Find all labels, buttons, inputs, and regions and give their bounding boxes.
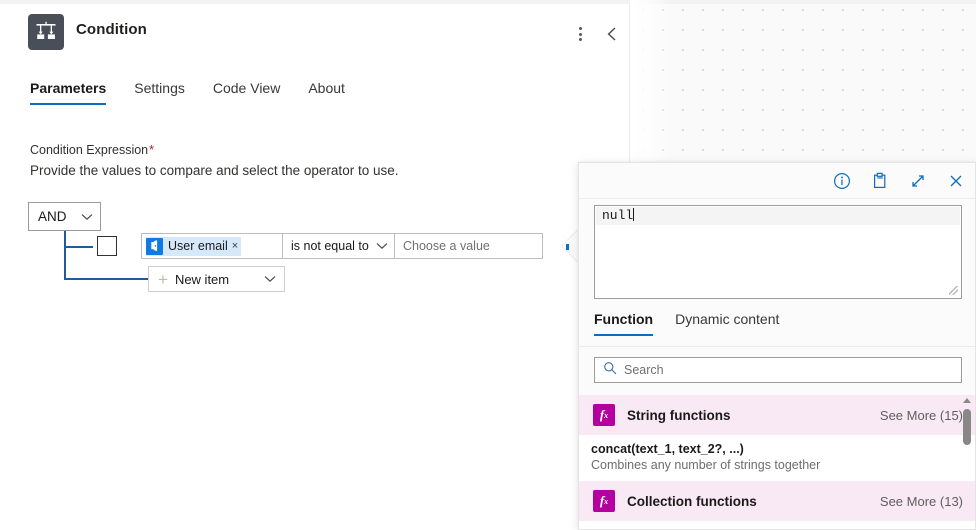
function-group-string[interactable]: fx String functions See More (15)	[579, 395, 976, 435]
function-group-name: String functions	[627, 408, 731, 423]
condition-expression-label: Condition Expression*	[30, 143, 154, 157]
tab-code-view[interactable]: Code View	[213, 80, 280, 105]
value-placeholder: Choose a value	[403, 239, 490, 253]
expression-textarea-wrap: null	[594, 205, 962, 299]
page-title: Condition	[76, 21, 147, 38]
see-more-link[interactable]: See More (13)	[880, 494, 963, 509]
tree-line-newitem	[64, 278, 149, 280]
function-group-name: Collection functions	[627, 494, 757, 509]
value-input[interactable]: Choose a value	[395, 233, 543, 259]
new-item-label: New item	[175, 272, 229, 287]
condition-expression-label-text: Condition Expression	[30, 143, 148, 157]
condition-expression-description: Provide the values to compare and select…	[30, 163, 398, 178]
more-vertical-icon[interactable]	[566, 20, 594, 48]
dynamic-content-token[interactable]: User email ×	[146, 237, 241, 256]
required-asterisk: *	[149, 143, 154, 157]
flyout-anchor-tick	[566, 244, 569, 250]
flyout-tabs-divider	[579, 346, 976, 347]
logic-operator-dropdown[interactable]: AND	[28, 202, 101, 231]
pane-tabs: Parameters Settings Code View About	[30, 80, 345, 105]
text-caret	[633, 208, 634, 221]
expression-value: null	[602, 208, 633, 223]
function-signature: concat(text_1, text_2?, ...)	[591, 442, 963, 456]
search-input[interactable]: Search	[594, 357, 962, 383]
condition-icon	[28, 14, 64, 50]
scroll-up-arrow[interactable]	[963, 398, 971, 403]
search-icon	[603, 361, 617, 380]
app-root: Condition Parameters Settings Code View …	[0, 0, 976, 530]
function-group-collection[interactable]: fx Collection functions See More (13)	[579, 481, 976, 521]
tab-dynamic-content[interactable]: Dynamic content	[675, 311, 779, 336]
chevron-left-icon[interactable]	[598, 20, 626, 48]
pane-header: Condition	[0, 4, 630, 60]
fx-icon: fx	[593, 490, 615, 512]
office365-user-icon	[146, 238, 163, 255]
condition-row-checkbox[interactable]	[97, 236, 117, 256]
operand-input[interactable]: User email ×	[141, 233, 283, 259]
operator-value: is not equal to	[291, 239, 369, 253]
close-icon[interactable]	[942, 167, 970, 195]
expression-active-line	[596, 207, 960, 225]
tab-function[interactable]: Function	[594, 311, 653, 336]
see-more-link[interactable]: See More (15)	[880, 408, 963, 423]
flyout-toolbar	[579, 163, 976, 199]
tree-line-row	[64, 246, 93, 248]
token-remove-icon[interactable]: ×	[232, 240, 238, 252]
function-list-scrollbar[interactable]	[959, 395, 975, 530]
tab-about[interactable]: About	[308, 80, 345, 105]
new-item-button[interactable]: + New item	[148, 266, 285, 292]
chevron-down-icon	[264, 275, 276, 283]
canvas-top-strip	[630, 0, 976, 4]
function-item-concat[interactable]: concat(text_1, text_2?, ...) Combines an…	[579, 435, 976, 481]
logic-operator-value: AND	[38, 209, 67, 224]
tree-line-vertical	[64, 231, 66, 279]
condition-row: User email × is not equal to Choose a va…	[141, 233, 543, 259]
clipboard-icon[interactable]	[866, 167, 894, 195]
resize-handle[interactable]	[949, 286, 958, 295]
expand-icon[interactable]	[904, 167, 932, 195]
expression-value-wrap: null	[602, 208, 634, 224]
tab-parameters[interactable]: Parameters	[30, 80, 106, 105]
more-dots	[579, 27, 582, 41]
expression-textarea[interactable]: null	[594, 205, 962, 299]
chevron-down-icon	[376, 242, 388, 250]
flyout-tabs: Function Dynamic content	[594, 311, 779, 336]
operator-dropdown[interactable]: is not equal to	[283, 233, 395, 259]
info-icon[interactable]	[828, 167, 856, 195]
node-details-pane: Condition Parameters Settings Code View …	[0, 0, 630, 530]
search-placeholder: Search	[624, 363, 664, 377]
plus-icon: +	[158, 271, 168, 288]
tab-settings[interactable]: Settings	[134, 80, 185, 105]
scroll-thumb[interactable]	[963, 409, 971, 445]
fx-icon: fx	[593, 404, 615, 426]
token-label: User email	[168, 239, 228, 253]
expression-editor-flyout: null Function Dynamic content Search fx …	[578, 162, 976, 530]
function-description: Combines any number of strings together	[591, 458, 963, 472]
chevron-down-icon	[81, 213, 93, 221]
function-list: fx String functions See More (15) concat…	[579, 395, 976, 530]
